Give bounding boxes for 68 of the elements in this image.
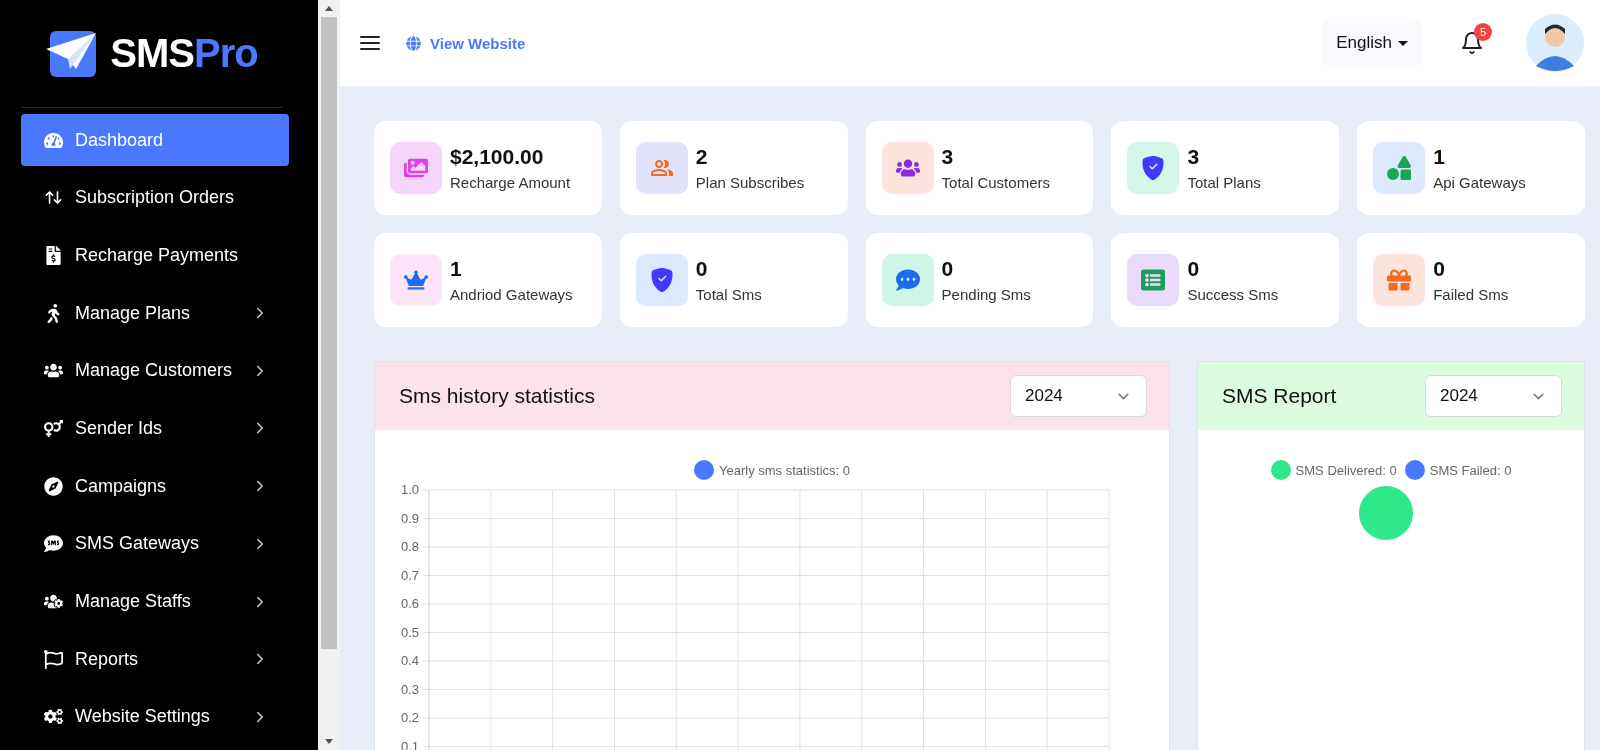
scrollbar[interactable] [318, 0, 340, 750]
sidebar-item[interactable]: Campaigns [21, 460, 289, 513]
scroll-down-arrow-icon[interactable] [325, 739, 333, 744]
stat-value: 3 [941, 145, 955, 169]
axis-tick-label: 0.9 [400, 510, 419, 526]
gauge-icon [43, 130, 63, 150]
sidebar-item[interactable]: Subscription Orders [21, 171, 289, 224]
legend-item: SMS Failed: 0 [1404, 460, 1512, 480]
flag-icon [43, 649, 63, 669]
stat-label: Pending Sms [941, 286, 1031, 303]
stat-label: Failed Sms [1433, 286, 1509, 303]
stat-value: 0 [941, 257, 955, 281]
axis-tick-label: 0.5 [400, 624, 419, 640]
globe-icon [406, 35, 421, 51]
invoice-icon [43, 245, 63, 265]
sidebar-item[interactable]: Dashboard [21, 114, 289, 166]
sidebar-item[interactable]: Sender Ids [21, 402, 289, 455]
notification-count: 5 [1474, 23, 1492, 41]
stat-label: Plan Subscribes [695, 174, 805, 191]
stat-value: 0 [695, 257, 709, 281]
sidebar-item[interactable]: Website Settings [21, 690, 289, 743]
compass-icon [43, 476, 63, 496]
stat-value: 1 [1433, 145, 1446, 169]
sidebar-item[interactable]: Manage Plans [21, 287, 289, 340]
stat-label: Recharge Amount [450, 174, 571, 191]
sidebar-item[interactable]: Manage Customers [21, 344, 289, 397]
axis-tick-label: 1.0 [400, 482, 419, 497]
stat-value: 3 [1187, 145, 1201, 169]
users-gear-icon [43, 592, 63, 611]
pie-chart-drawing [1359, 486, 1413, 540]
axis-tick-label: 0.4 [400, 653, 419, 668]
stat-label: Total Customers [941, 174, 1050, 191]
panel-title: Sms history statistics [399, 384, 596, 408]
avatar[interactable] [1526, 14, 1584, 72]
stat-label: Total Sms [695, 286, 762, 303]
axis-tick-label: 0.1 [400, 738, 419, 750]
gender-icon [43, 418, 63, 438]
view-website-link[interactable]: View Website [406, 34, 526, 52]
axis-tick-label: 0.2 [400, 710, 419, 725]
axis-tick-label: 0.8 [400, 539, 419, 554]
sidebar-item[interactable]: Recharge Payments [21, 229, 289, 282]
stat-label: Andriod Gateways [450, 286, 573, 303]
language-dropdown[interactable]: English [1322, 21, 1422, 65]
brand-name: SMSPro [110, 31, 258, 76]
stat-value: 0 [1433, 257, 1446, 281]
year-select[interactable]: 2024 [1425, 375, 1562, 417]
scroll-up-arrow-icon[interactable] [325, 6, 333, 11]
axis-tick-label: 0.7 [400, 567, 419, 583]
axis-tick-label: 0.3 [400, 681, 419, 697]
stat-label: Success Sms [1187, 286, 1279, 303]
stat-value: 2 [695, 145, 709, 169]
stat-value: 1 [450, 257, 463, 281]
sidebar-item[interactable]: SMS Gateways [21, 517, 289, 570]
legend-item: Yearly sms statistics: 0 [694, 460, 850, 480]
stat-label: Total Plans [1187, 174, 1261, 191]
sidebar-item[interactable]: Reports [21, 633, 289, 686]
paper-plane-logo-icon [46, 28, 99, 79]
stat-value: 0 [1187, 257, 1201, 281]
stat-value: $2,100.00 [450, 145, 545, 169]
gears-icon [43, 707, 63, 727]
legend-item: SMS Delivered: 0 [1270, 460, 1397, 480]
panel-title: SMS Report [1222, 384, 1337, 408]
axis-tick-label: 0.6 [400, 596, 419, 611]
year-select[interactable]: 2024 [1010, 375, 1147, 417]
stat-label: Api Gateways [1433, 174, 1526, 191]
sms-bubble-icon [43, 534, 63, 554]
caret-icon [1398, 40, 1408, 46]
sidebar-item[interactable]: Manage Staffs [21, 575, 289, 628]
